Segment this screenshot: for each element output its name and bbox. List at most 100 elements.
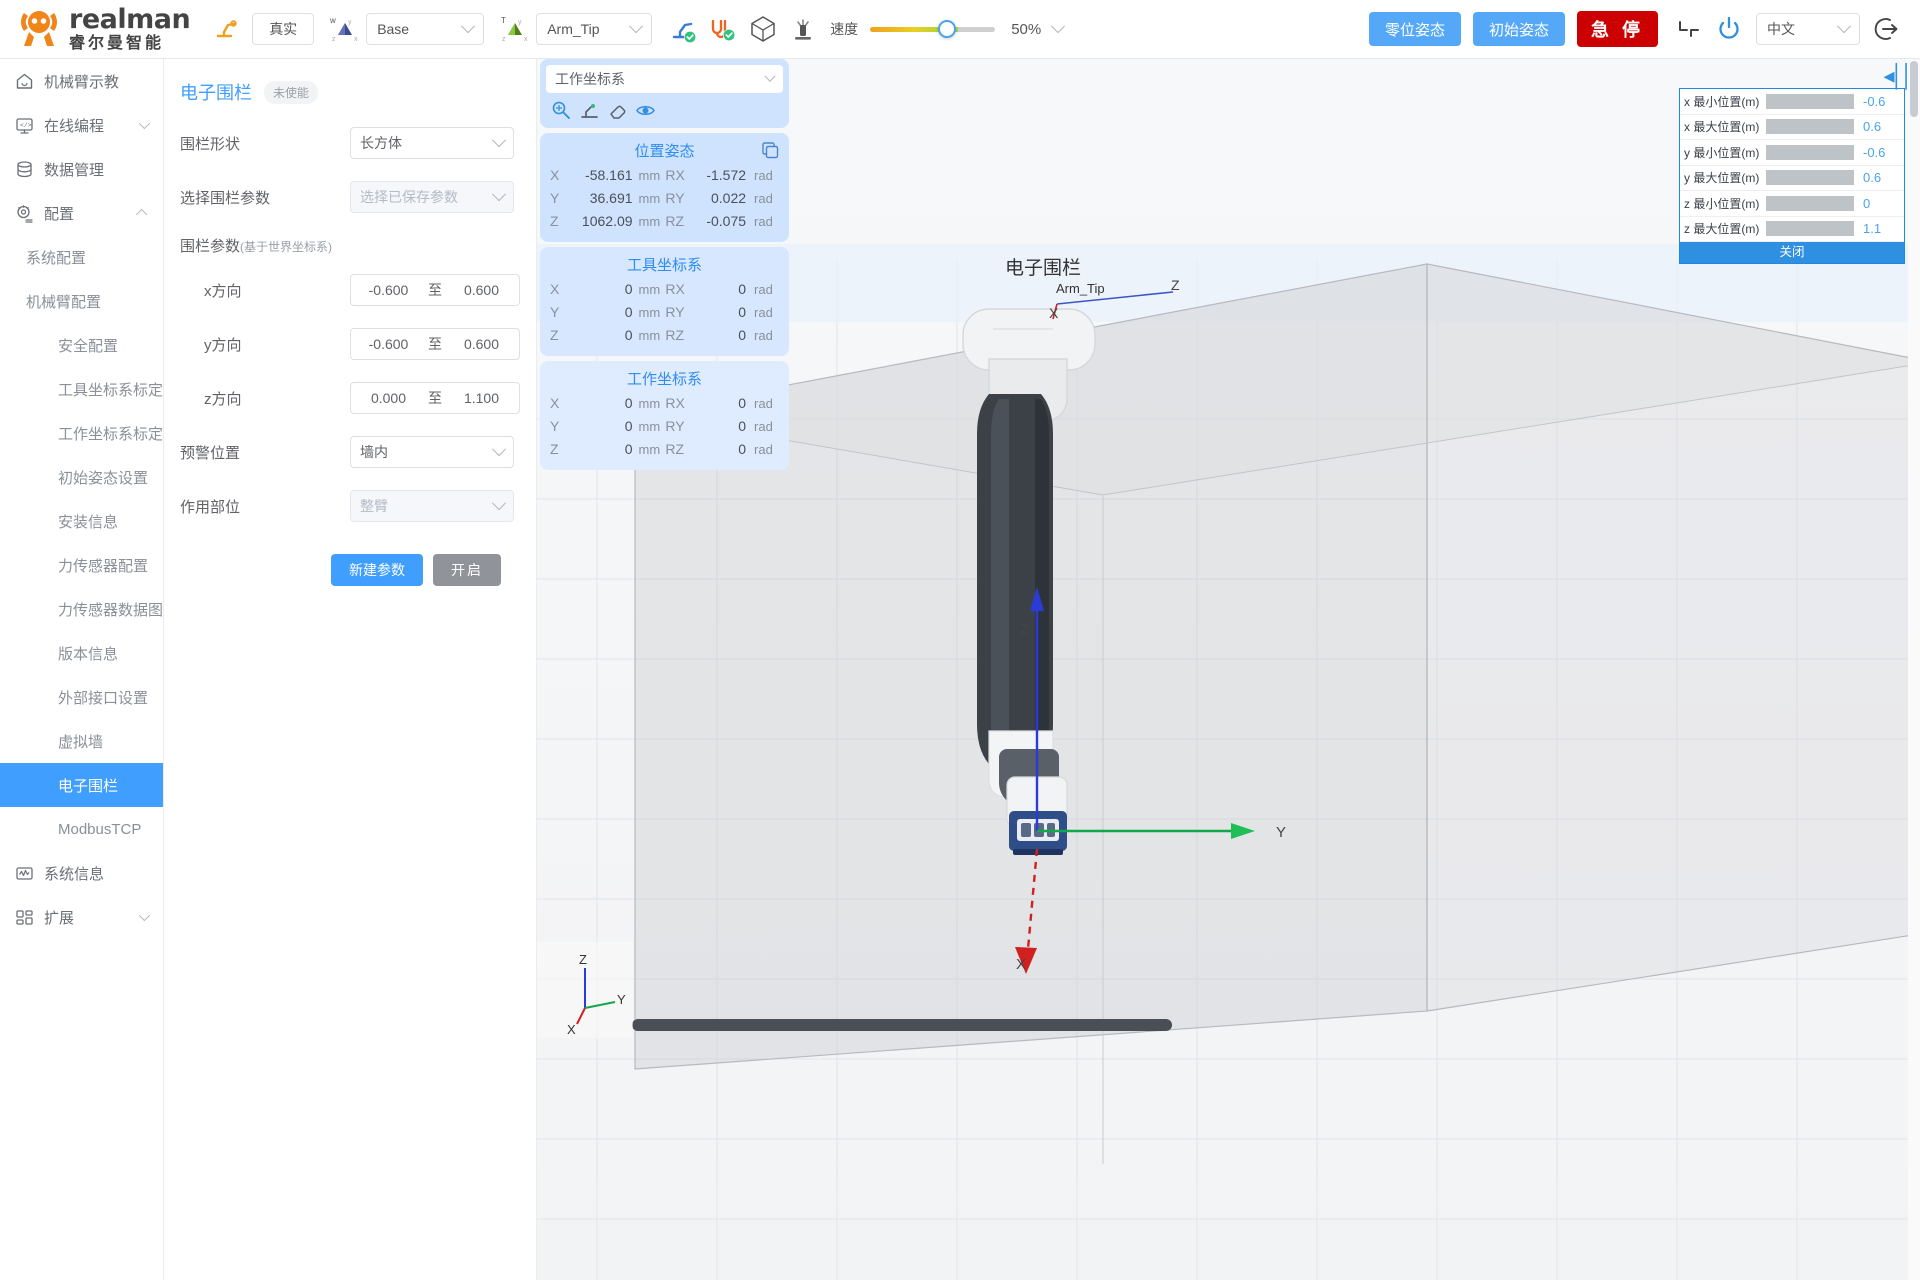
- slider-track[interactable]: [1766, 119, 1854, 135]
- drag-teach-icon[interactable]: [789, 15, 817, 43]
- sidebar-item-config[interactable]: 配置: [0, 191, 163, 235]
- fence-shape-select[interactable]: 长方体: [350, 127, 514, 159]
- sidebar-item-system-config[interactable]: 系统配置: [0, 235, 163, 279]
- slider-row[interactable]: y 最大位置(m) 0.6: [1680, 166, 1904, 191]
- language-select[interactable]: 中文: [1756, 13, 1860, 45]
- axis-gizmo[interactable]: Z Y X: [537, 942, 633, 1038]
- arm-connected-icon[interactable]: [670, 15, 698, 43]
- base-frame-select[interactable]: Base: [366, 13, 485, 45]
- work-row-z: Z 0 mm RZ 0 rad: [550, 438, 779, 461]
- magnifier-axis-icon[interactable]: [550, 99, 573, 122]
- sidebar-item-modbustcp[interactable]: ModbusTCP: [0, 807, 163, 851]
- slider-row[interactable]: x 最大位置(m) 0.6: [1680, 115, 1904, 140]
- sidebar-item-install-info[interactable]: 安装信息: [0, 499, 163, 543]
- z-min-input[interactable]: 0.000: [351, 390, 426, 406]
- emergency-stop-button[interactable]: 急 停: [1576, 11, 1658, 47]
- sidebar-item-init-pose[interactable]: 初始姿态设置: [0, 455, 163, 499]
- sidebar-item-online-programming[interactable]: </> 在线编程: [0, 103, 163, 147]
- init-pose-button[interactable]: 初始姿态: [1472, 12, 1565, 46]
- zero-pose-button[interactable]: 零位姿态: [1368, 12, 1461, 46]
- rot-label: RZ: [665, 213, 685, 229]
- y-min-input[interactable]: -0.600: [351, 336, 426, 352]
- axis-unit: mm: [638, 191, 661, 206]
- rot-label: RY: [665, 418, 685, 434]
- tool-frame-select[interactable]: Arm_Tip: [536, 13, 653, 45]
- sidebar-item-teach[interactable]: 机械臂示教: [0, 59, 163, 103]
- mode-button[interactable]: 真实: [252, 13, 315, 45]
- sidebar-item-force-sensor-chart[interactable]: 力传感器数据图: [0, 587, 163, 631]
- copy-icon[interactable]: [761, 141, 779, 162]
- speed-slider[interactable]: [870, 19, 996, 38]
- sidebar-item-tool-frame-calib[interactable]: 工具坐标系标定: [0, 367, 163, 411]
- saved-param-row: 选择围栏参数 选择已保存参数: [180, 181, 520, 213]
- z-range-input[interactable]: 0.000 至 1.100: [350, 382, 520, 414]
- collision-box-icon[interactable]: [748, 14, 778, 44]
- rot-value: 0: [738, 395, 747, 411]
- cable-connected-icon[interactable]: [709, 15, 737, 43]
- chevron-down-icon: [138, 117, 151, 130]
- close-slider-panel-button[interactable]: 关闭: [1680, 242, 1904, 263]
- slider-value: 0.6: [1863, 119, 1882, 135]
- sidebar-item-system-info[interactable]: 系统信息: [0, 851, 163, 895]
- scrollbar-thumb[interactable]: [1910, 61, 1918, 117]
- frame-select[interactable]: 工作坐标系: [546, 65, 783, 93]
- sidebar-item-virtual-wall[interactable]: 虚拟墙: [0, 719, 163, 763]
- base-frame-value: Base: [377, 21, 410, 37]
- logout-icon[interactable]: [1872, 14, 1902, 44]
- sidebar-item-extension[interactable]: 扩展: [0, 895, 163, 939]
- page-scrollbar[interactable]: [1908, 59, 1920, 1280]
- fence-shape-value: 长方体: [360, 135, 402, 151]
- saved-param-select[interactable]: 选择已保存参数: [350, 181, 514, 213]
- sidebar-item-version-info[interactable]: 版本信息: [0, 631, 163, 675]
- sidebar-item-safety-config[interactable]: 安全配置: [0, 323, 163, 367]
- chevron-down-icon[interactable]: [1051, 19, 1066, 34]
- x-min-input[interactable]: -0.600: [351, 282, 426, 298]
- slider-row[interactable]: x 最小位置(m) -0.6: [1680, 89, 1904, 115]
- speed-slider-handle[interactable]: [938, 19, 957, 38]
- rot-value: 0: [738, 281, 747, 297]
- axis-label: X: [550, 395, 560, 411]
- enable-fence-button[interactable]: 开启: [433, 554, 501, 586]
- slider-track[interactable]: [1766, 221, 1854, 237]
- power-icon[interactable]: [1714, 14, 1744, 44]
- eye-visible-icon[interactable]: [634, 99, 657, 122]
- tool-frame-card: 工具坐标系 X 0 mm RX 0 rad Y 0 mm RY 0 rad Z …: [540, 247, 789, 356]
- fold-arm-icon[interactable]: [1676, 16, 1702, 42]
- slider-track[interactable]: [1766, 93, 1854, 109]
- svg-text:X: X: [567, 1022, 576, 1037]
- axis-label: Y: [550, 190, 560, 206]
- robot-arm-teach-icon[interactable]: [212, 15, 240, 43]
- z-max-input[interactable]: 1.100: [444, 390, 519, 406]
- monitor-wave-icon: [14, 863, 34, 883]
- axis-label: Z: [550, 327, 559, 343]
- slider-track[interactable]: [1766, 195, 1854, 211]
- sidebar-item-force-sensor-config[interactable]: 力传感器配置: [0, 543, 163, 587]
- slider-row[interactable]: y 最小位置(m) -0.6: [1680, 140, 1904, 166]
- sidebar-item-electronic-fence[interactable]: 电子围栏: [0, 763, 163, 807]
- sidebar-item-work-frame-calib[interactable]: 工作坐标系标定: [0, 411, 163, 455]
- y-max-input[interactable]: 0.600: [444, 336, 519, 352]
- x-max-input[interactable]: 0.600: [444, 282, 519, 298]
- sidebar-item-arm-config[interactable]: 机械臂配置: [0, 279, 163, 323]
- sidebar-item-label: 安全配置: [58, 337, 119, 355]
- move-to-icon[interactable]: [578, 99, 601, 122]
- sidebar-item-data-management[interactable]: 数据管理: [0, 147, 163, 191]
- y-range-input[interactable]: -0.600 至 0.600: [350, 328, 520, 360]
- act-part-select[interactable]: 整臂: [350, 490, 514, 522]
- slider-track[interactable]: [1766, 144, 1854, 160]
- sidebar-item-external-interface[interactable]: 外部接口设置: [0, 675, 163, 719]
- slider-row[interactable]: z 最小位置(m) 0: [1680, 191, 1904, 217]
- eraser-icon[interactable]: [606, 99, 629, 122]
- collapse-panel-icon[interactable]: ◂││: [1883, 63, 1913, 89]
- slider-row[interactable]: z 最大位置(m) 1.1: [1680, 217, 1904, 242]
- 3d-viewport[interactable]: Z Y X Z X 电子围栏 Arm_Tip 工作坐标系 位置姿态 X -58.…: [537, 59, 1920, 1280]
- x-range-input[interactable]: -0.600 至 0.600: [350, 274, 520, 306]
- slider-value: -0.6: [1863, 144, 1886, 160]
- pose-row-z: Z 1062.09 mm RZ -0.075 rad: [550, 210, 779, 233]
- warn-position-select[interactable]: 墙内: [350, 436, 514, 468]
- slider-track[interactable]: [1766, 170, 1854, 186]
- rot-label: RX: [665, 395, 685, 411]
- realman-logo-icon: [18, 9, 60, 49]
- rot-label: RX: [665, 281, 685, 297]
- new-param-button[interactable]: 新建参数: [331, 554, 423, 586]
